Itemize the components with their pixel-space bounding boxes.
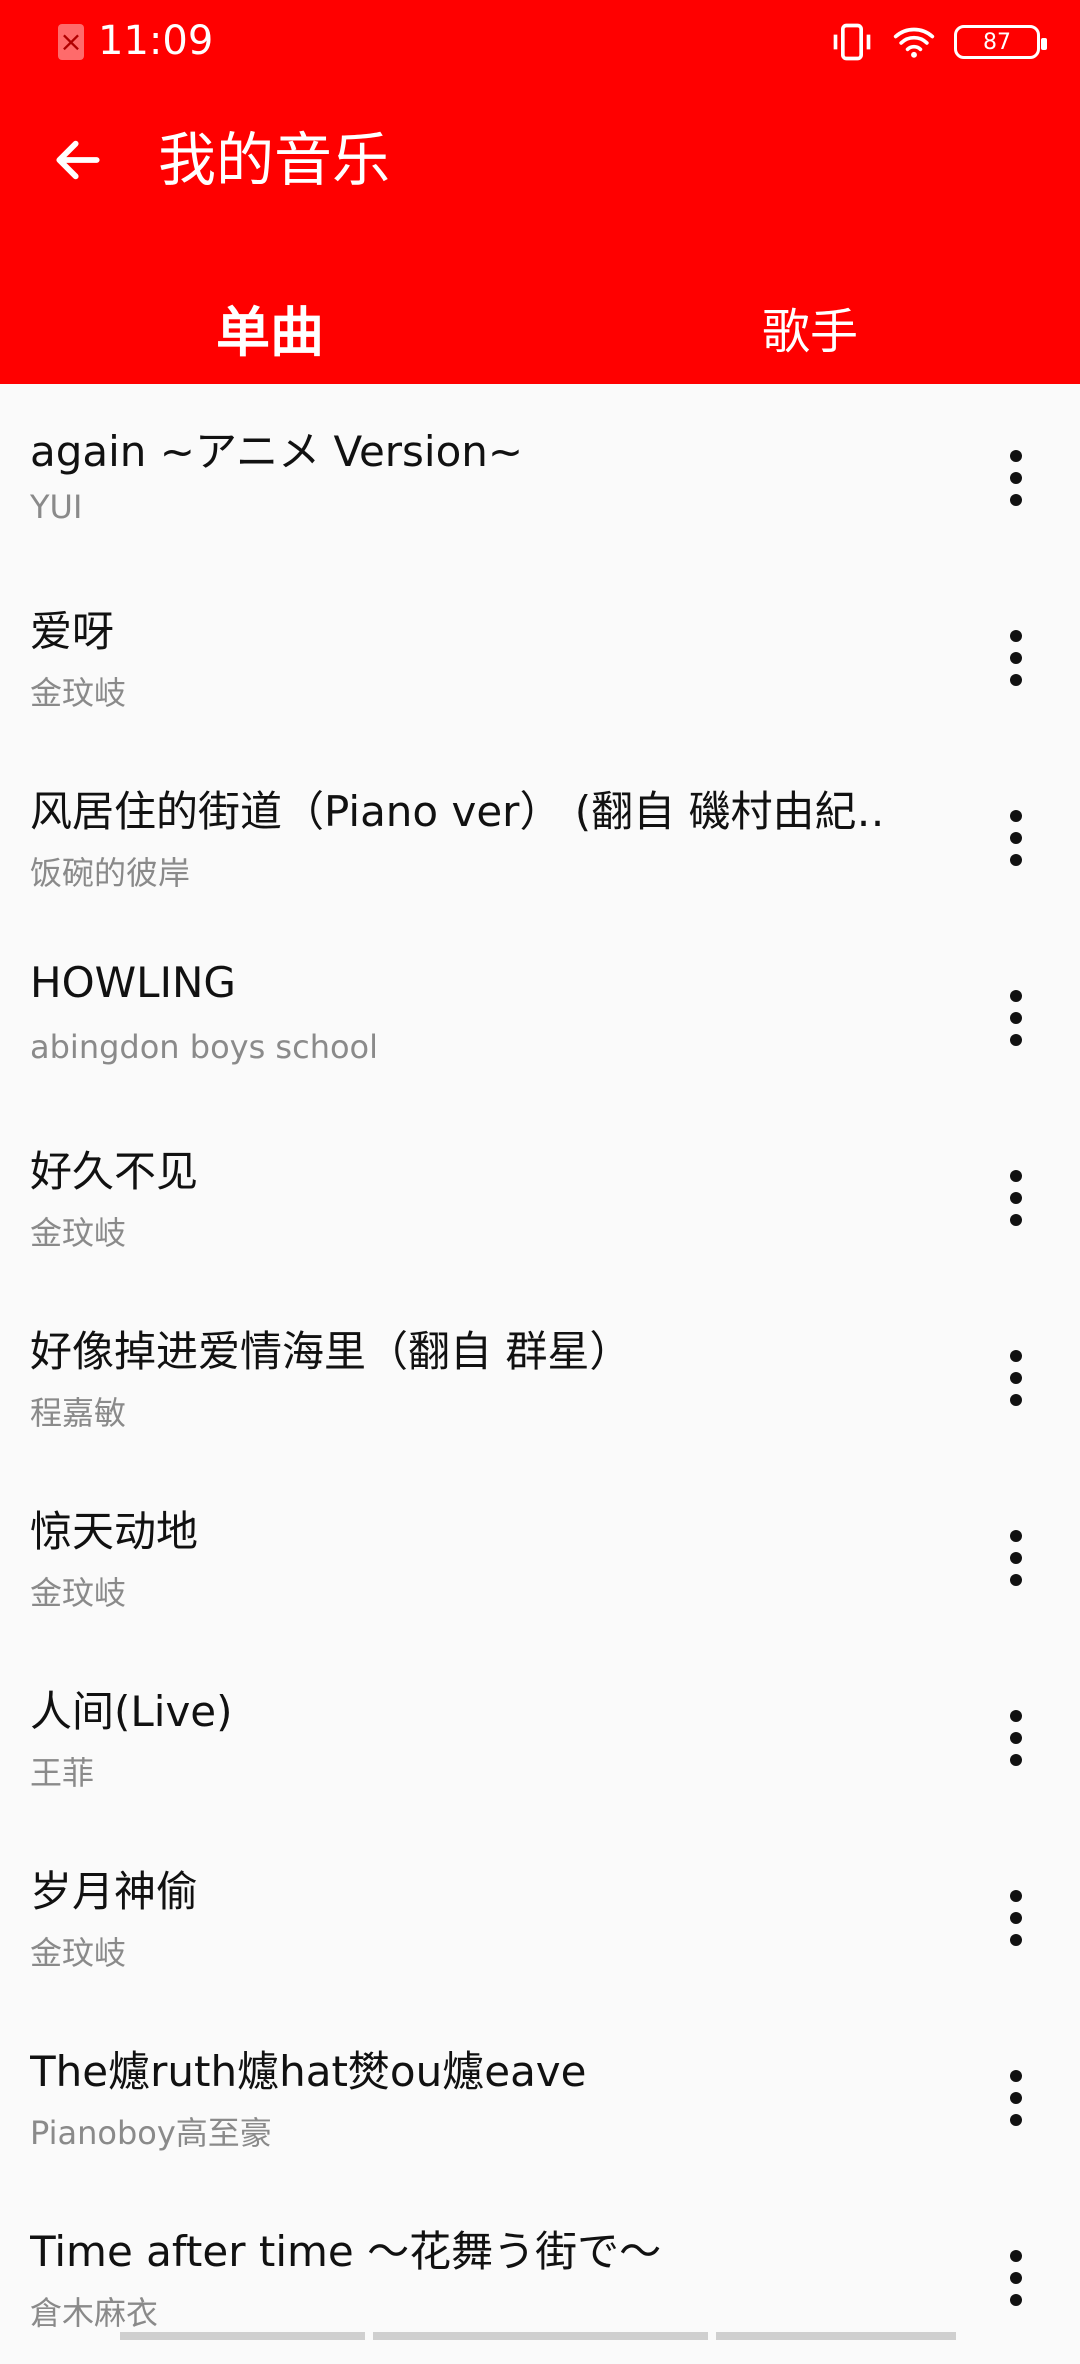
song-artist: Pianoboy高至豪 xyxy=(30,2114,272,2152)
song-item[interactable]: 爱呀 金玟岐 xyxy=(0,564,1080,744)
song-title: The爈ruth爈hat燓ou爈eave xyxy=(30,2047,587,2096)
song-title: 岁月神偷 xyxy=(30,1867,199,1916)
song-artist: 程嘉敏 xyxy=(30,1394,127,1432)
song-title: HOWLING xyxy=(30,958,236,1007)
wifi-icon xyxy=(893,27,935,58)
song-artist: 金玟岐 xyxy=(30,1574,127,1612)
arrow-left-icon xyxy=(56,140,100,180)
more-vertical-icon xyxy=(1010,1530,1022,1586)
more-vertical-icon xyxy=(1010,990,1022,1046)
app-bar: × 11:09 87 我的音乐 单曲 歌手 xyxy=(0,0,1080,384)
song-item[interactable]: 好久不见 金玟岐 xyxy=(0,1104,1080,1284)
more-vertical-icon xyxy=(1010,1170,1022,1226)
song-title: 人间(Live) xyxy=(30,1687,233,1736)
more-options-button[interactable] xyxy=(998,984,1034,1052)
song-item[interactable]: 风居住的街道（Piano ver） (翻自 磯村由紀‥ 饭碗的彼岸 xyxy=(0,744,1080,924)
more-options-button[interactable] xyxy=(998,444,1034,512)
song-artist: 金玟岐 xyxy=(30,1934,127,1972)
song-artist: 饭碗的彼岸 xyxy=(30,854,191,892)
more-options-button[interactable] xyxy=(998,1164,1034,1232)
song-artist: 金玟岐 xyxy=(30,674,127,712)
more-options-button[interactable] xyxy=(998,804,1034,872)
song-artist: YUI xyxy=(30,488,83,526)
song-item[interactable]: 好像掉进爱情海里（翻自 群星） 程嘉敏 xyxy=(0,1284,1080,1464)
song-item[interactable]: 岁月神偷 金玟岐 xyxy=(0,1824,1080,2004)
page-title: 我的音乐 xyxy=(158,126,391,194)
song-item[interactable]: again ~アニメ Version~ YUI xyxy=(0,384,1080,564)
song-list: again ~アニメ Version~ YUI 爱呀 金玟岐 风居住的街道（Pi… xyxy=(0,384,1080,2364)
song-artist: 王菲 xyxy=(30,1754,95,1792)
song-artist: 倉木麻衣 xyxy=(30,2294,159,2332)
more-vertical-icon xyxy=(1010,450,1022,506)
battery-level: 87 xyxy=(983,29,1011,55)
more-vertical-icon xyxy=(1010,2250,1022,2306)
song-title: 好久不见 xyxy=(30,1147,199,1196)
song-title: 风居住的街道（Piano ver） (翻自 磯村由紀‥ xyxy=(30,787,885,836)
tab-artists[interactable]: 歌手 xyxy=(540,270,1080,384)
more-vertical-icon xyxy=(1010,1710,1022,1766)
status-time: 11:09 xyxy=(98,18,214,64)
more-options-button[interactable] xyxy=(998,1704,1034,1772)
song-artist: abingdon boys school xyxy=(30,1028,379,1066)
song-artist: 金玟岐 xyxy=(30,1214,127,1252)
song-title: again ~アニメ Version~ xyxy=(30,427,524,476)
status-icons: 87 xyxy=(830,18,1047,66)
song-item[interactable]: HOWLING abingdon boys school xyxy=(0,924,1080,1104)
tab-bar: 单曲 歌手 xyxy=(0,270,1080,384)
song-title: Time after time ～花舞う街で～ xyxy=(30,2227,662,2276)
battery-icon: 87 xyxy=(954,25,1047,59)
vibrate-icon xyxy=(833,23,871,61)
more-vertical-icon xyxy=(1010,1350,1022,1406)
more-vertical-icon xyxy=(1010,2070,1022,2126)
song-title: 惊天动地 xyxy=(30,1507,199,1556)
more-vertical-icon xyxy=(1010,630,1022,686)
more-options-button[interactable] xyxy=(998,2244,1034,2312)
more-options-button[interactable] xyxy=(998,2064,1034,2132)
notification-icon: × xyxy=(58,24,84,60)
song-title: 好像掉进爱情海里（翻自 群星） xyxy=(30,1327,632,1376)
more-vertical-icon xyxy=(1010,810,1022,866)
more-options-button[interactable] xyxy=(998,624,1034,692)
song-title: 爱呀 xyxy=(30,607,115,656)
song-item[interactable]: 惊天动地 金玟岐 xyxy=(0,1464,1080,1644)
back-button[interactable] xyxy=(44,126,112,194)
bottom-scroll-indicator xyxy=(120,2332,960,2340)
more-options-button[interactable] xyxy=(998,1884,1034,1952)
tab-singles[interactable]: 单曲 xyxy=(0,270,540,384)
more-vertical-icon xyxy=(1010,1890,1022,1946)
song-item[interactable]: 人间(Live) 王菲 xyxy=(0,1644,1080,1824)
song-item[interactable]: The爈ruth爈hat燓ou爈eave Pianoboy高至豪 xyxy=(0,2004,1080,2184)
more-options-button[interactable] xyxy=(998,1344,1034,1412)
status-bar: × 11:09 87 xyxy=(0,0,1080,84)
more-options-button[interactable] xyxy=(998,1524,1034,1592)
